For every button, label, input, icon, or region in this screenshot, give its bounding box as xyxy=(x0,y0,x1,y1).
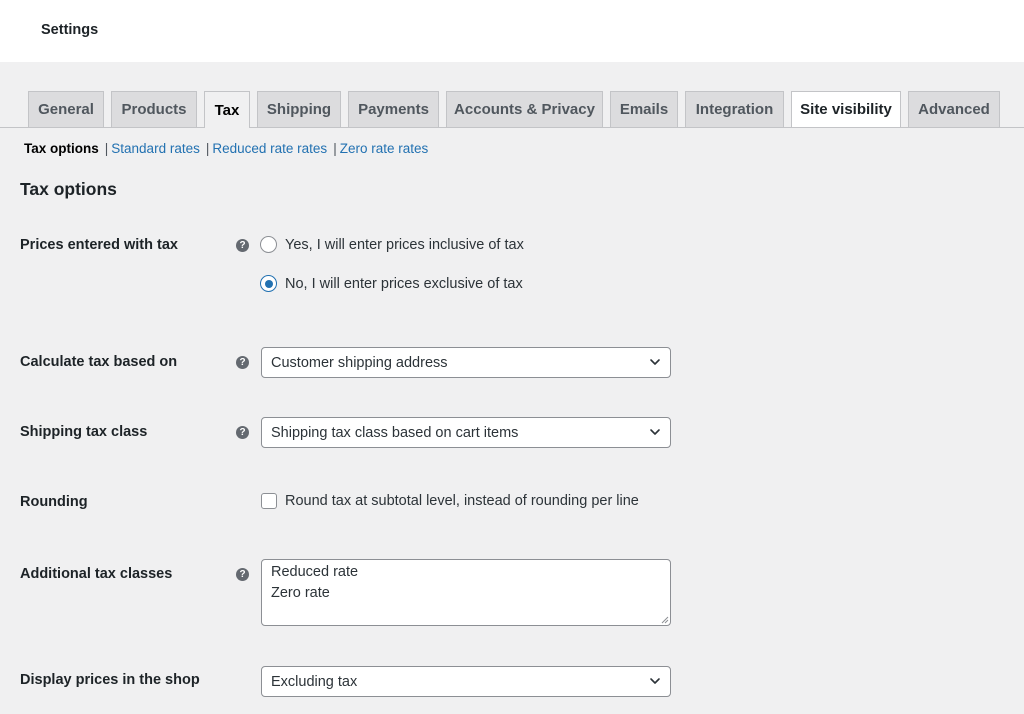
shipping-tax-class-label: Shipping tax class xyxy=(20,424,148,440)
subnav-current: Tax options xyxy=(24,141,99,156)
chevron-down-icon xyxy=(650,429,660,435)
calc-based-on-label: Calculate tax based on xyxy=(20,354,178,370)
shipping-tax-class-value: Shipping tax class based on cart items xyxy=(271,424,519,441)
calc-based-on-value: Customer shipping address xyxy=(271,354,448,371)
help-icon[interactable]: ? xyxy=(236,568,249,581)
tab-site-visibility[interactable]: Site visibility xyxy=(791,91,901,127)
subnav-separator: | xyxy=(104,141,109,156)
rounding-checkbox[interactable] xyxy=(261,493,277,509)
display-prices-label: Display prices in the shop xyxy=(20,672,200,688)
tab-products[interactable]: Products xyxy=(111,91,197,127)
tab-integration[interactable]: Integration xyxy=(685,91,784,127)
rounding-label: Rounding xyxy=(20,494,88,510)
radio-button-checked[interactable] xyxy=(260,275,277,292)
radio-inclusive-label: Yes, I will enter prices inclusive of ta… xyxy=(285,236,524,253)
tab-payments[interactable]: Payments xyxy=(348,91,439,127)
tax-subnav: Tax options | Standard rates | Reduced r… xyxy=(24,141,428,156)
shipping-tax-class-select[interactable]: Shipping tax class based on cart items xyxy=(261,417,671,448)
textarea-line: Zero rate xyxy=(271,585,330,601)
page-title: Settings xyxy=(41,22,99,38)
tabs-baseline xyxy=(0,127,1024,128)
tab-advanced[interactable]: Advanced xyxy=(908,91,1000,127)
radio-exclusive[interactable]: No, I will enter prices exclusive of tax xyxy=(260,275,523,292)
top-bar: Settings xyxy=(0,0,1024,62)
subnav-separator: | xyxy=(205,141,210,156)
subnav-link-standard-rates[interactable]: Standard rates xyxy=(111,141,200,156)
subnav-link-reduced-rate-rates[interactable]: Reduced rate rates xyxy=(212,141,327,156)
tab-accounts-privacy[interactable]: Accounts & Privacy xyxy=(446,91,603,127)
additional-classes-label: Additional tax classes xyxy=(20,566,173,582)
rounding-checkbox-row[interactable]: Round tax at subtotal level, instead of … xyxy=(261,493,639,509)
settings-tabs: General Products Tax Shipping Payments A… xyxy=(0,91,1024,128)
help-icon[interactable]: ? xyxy=(236,426,249,439)
textarea-line: Reduced rate xyxy=(271,564,359,580)
resize-grip-icon[interactable] xyxy=(660,615,669,624)
radio-exclusive-label: No, I will enter prices exclusive of tax xyxy=(285,275,523,292)
tab-emails[interactable]: Emails xyxy=(610,91,678,127)
section-title: Tax options xyxy=(20,179,117,199)
additional-classes-textarea[interactable]: Reduced rate Zero rate xyxy=(261,559,671,626)
subnav-link-zero-rate-rates[interactable]: Zero rate rates xyxy=(340,141,429,156)
tab-general[interactable]: General xyxy=(28,91,104,127)
tab-shipping[interactable]: Shipping xyxy=(257,91,341,127)
chevron-down-icon xyxy=(650,359,660,365)
tab-tax[interactable]: Tax xyxy=(204,91,250,128)
calc-based-on-select[interactable]: Customer shipping address xyxy=(261,347,671,378)
display-prices-select[interactable]: Excluding tax xyxy=(261,666,671,697)
display-prices-value: Excluding tax xyxy=(271,673,358,690)
help-icon[interactable]: ? xyxy=(236,356,249,369)
chevron-down-icon xyxy=(650,678,660,684)
radio-button[interactable] xyxy=(260,236,277,253)
help-icon[interactable]: ? xyxy=(236,239,249,252)
rounding-checkbox-label: Round tax at subtotal level, instead of … xyxy=(285,493,639,509)
prices-entered-label: Prices entered with tax xyxy=(20,237,178,253)
radio-inclusive[interactable]: Yes, I will enter prices inclusive of ta… xyxy=(260,236,524,253)
subnav-separator: | xyxy=(333,141,337,156)
